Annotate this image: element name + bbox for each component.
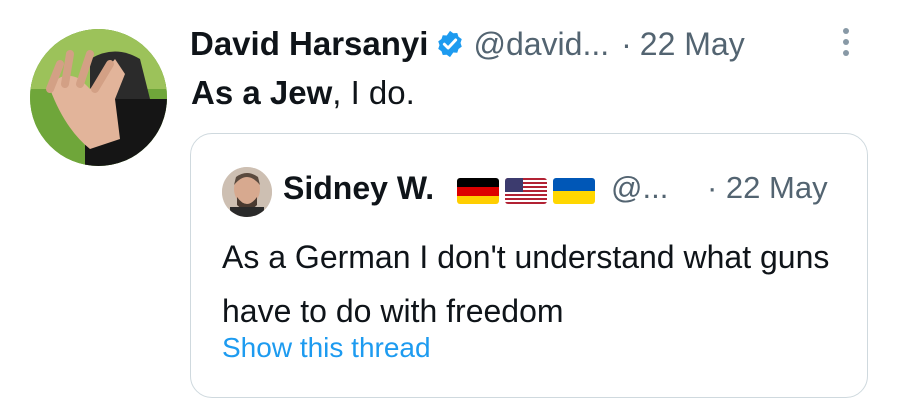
author-avatar[interactable] (30, 29, 167, 166)
ukraine-flag-icon (553, 178, 595, 204)
author-handle[interactable]: @david... (473, 26, 609, 63)
quoted-author-avatar (222, 167, 272, 217)
more-options-icon[interactable] (839, 28, 853, 62)
quoted-tweet-date: · 22 May (707, 170, 828, 205)
tweet-header: David Harsanyi @david... · 22 May (190, 22, 745, 66)
tweet-date[interactable]: 22 May (640, 26, 745, 63)
germany-flag-icon (457, 178, 499, 204)
usa-flag-icon (505, 178, 547, 204)
tweet-text-rest: , I do. (332, 74, 415, 111)
tweet-text: As a Jew, I do. (191, 74, 415, 112)
quoted-tweet[interactable]: Sidney W. @... · 22 May As a German I do… (190, 133, 868, 398)
quoted-tweet-text: As a German I don't understand what guns… (222, 239, 830, 329)
flag-emojis (457, 178, 595, 204)
show-thread-link[interactable]: Show this thread (222, 332, 431, 364)
author-name[interactable]: David Harsanyi (190, 25, 428, 63)
separator-dot: · (621, 25, 632, 62)
quoted-author-name: Sidney W. (283, 170, 435, 206)
quoted-author-handle: @... (611, 170, 669, 205)
tweet-text-bold: As a Jew (191, 74, 333, 111)
verified-badge-icon (438, 30, 463, 58)
